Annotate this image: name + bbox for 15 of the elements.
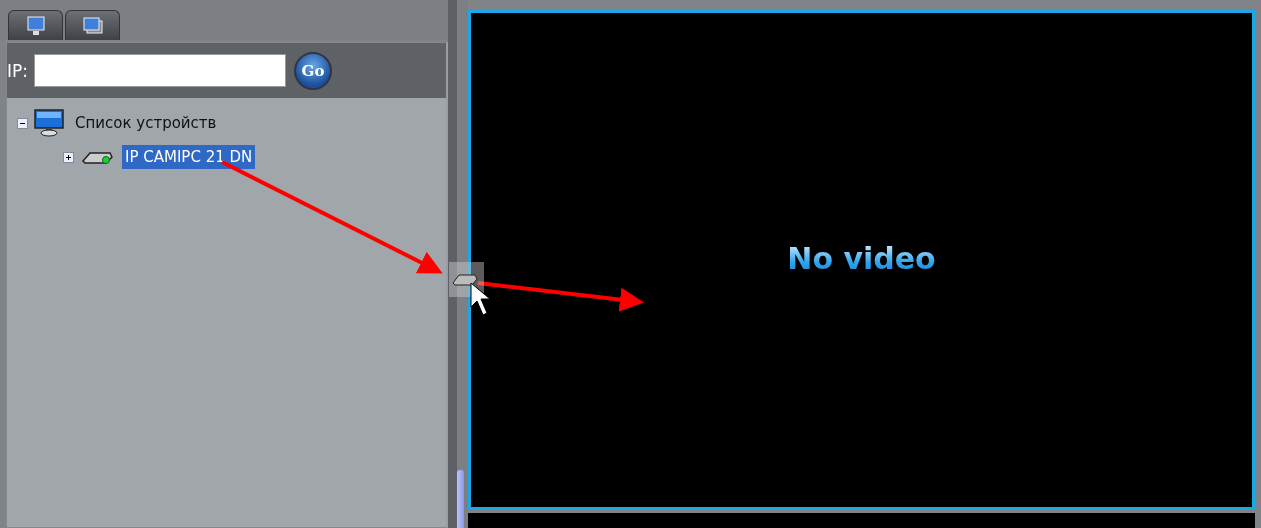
- tab[interactable]: [65, 10, 120, 40]
- tree-item[interactable]: Список устройств: [72, 111, 220, 135]
- ip-label: IP:: [7, 60, 28, 81]
- collapse-toggle[interactable]: [17, 117, 28, 129]
- tree-item[interactable]: IP CAMIPC 21 DN: [122, 145, 256, 169]
- windows-icon: [81, 15, 104, 36]
- camera-icon: [80, 149, 114, 165]
- scrollbar-thumb[interactable]: [457, 470, 464, 528]
- monitor-icon: [25, 15, 46, 36]
- ip-input-field[interactable]: [34, 54, 286, 87]
- monitor-icon: [34, 109, 64, 137]
- tab[interactable]: [8, 10, 63, 40]
- expand-toggle[interactable]: [63, 151, 74, 163]
- go-button[interactable]: Go: [294, 51, 332, 90]
- splitter-bar[interactable]: [448, 0, 468, 528]
